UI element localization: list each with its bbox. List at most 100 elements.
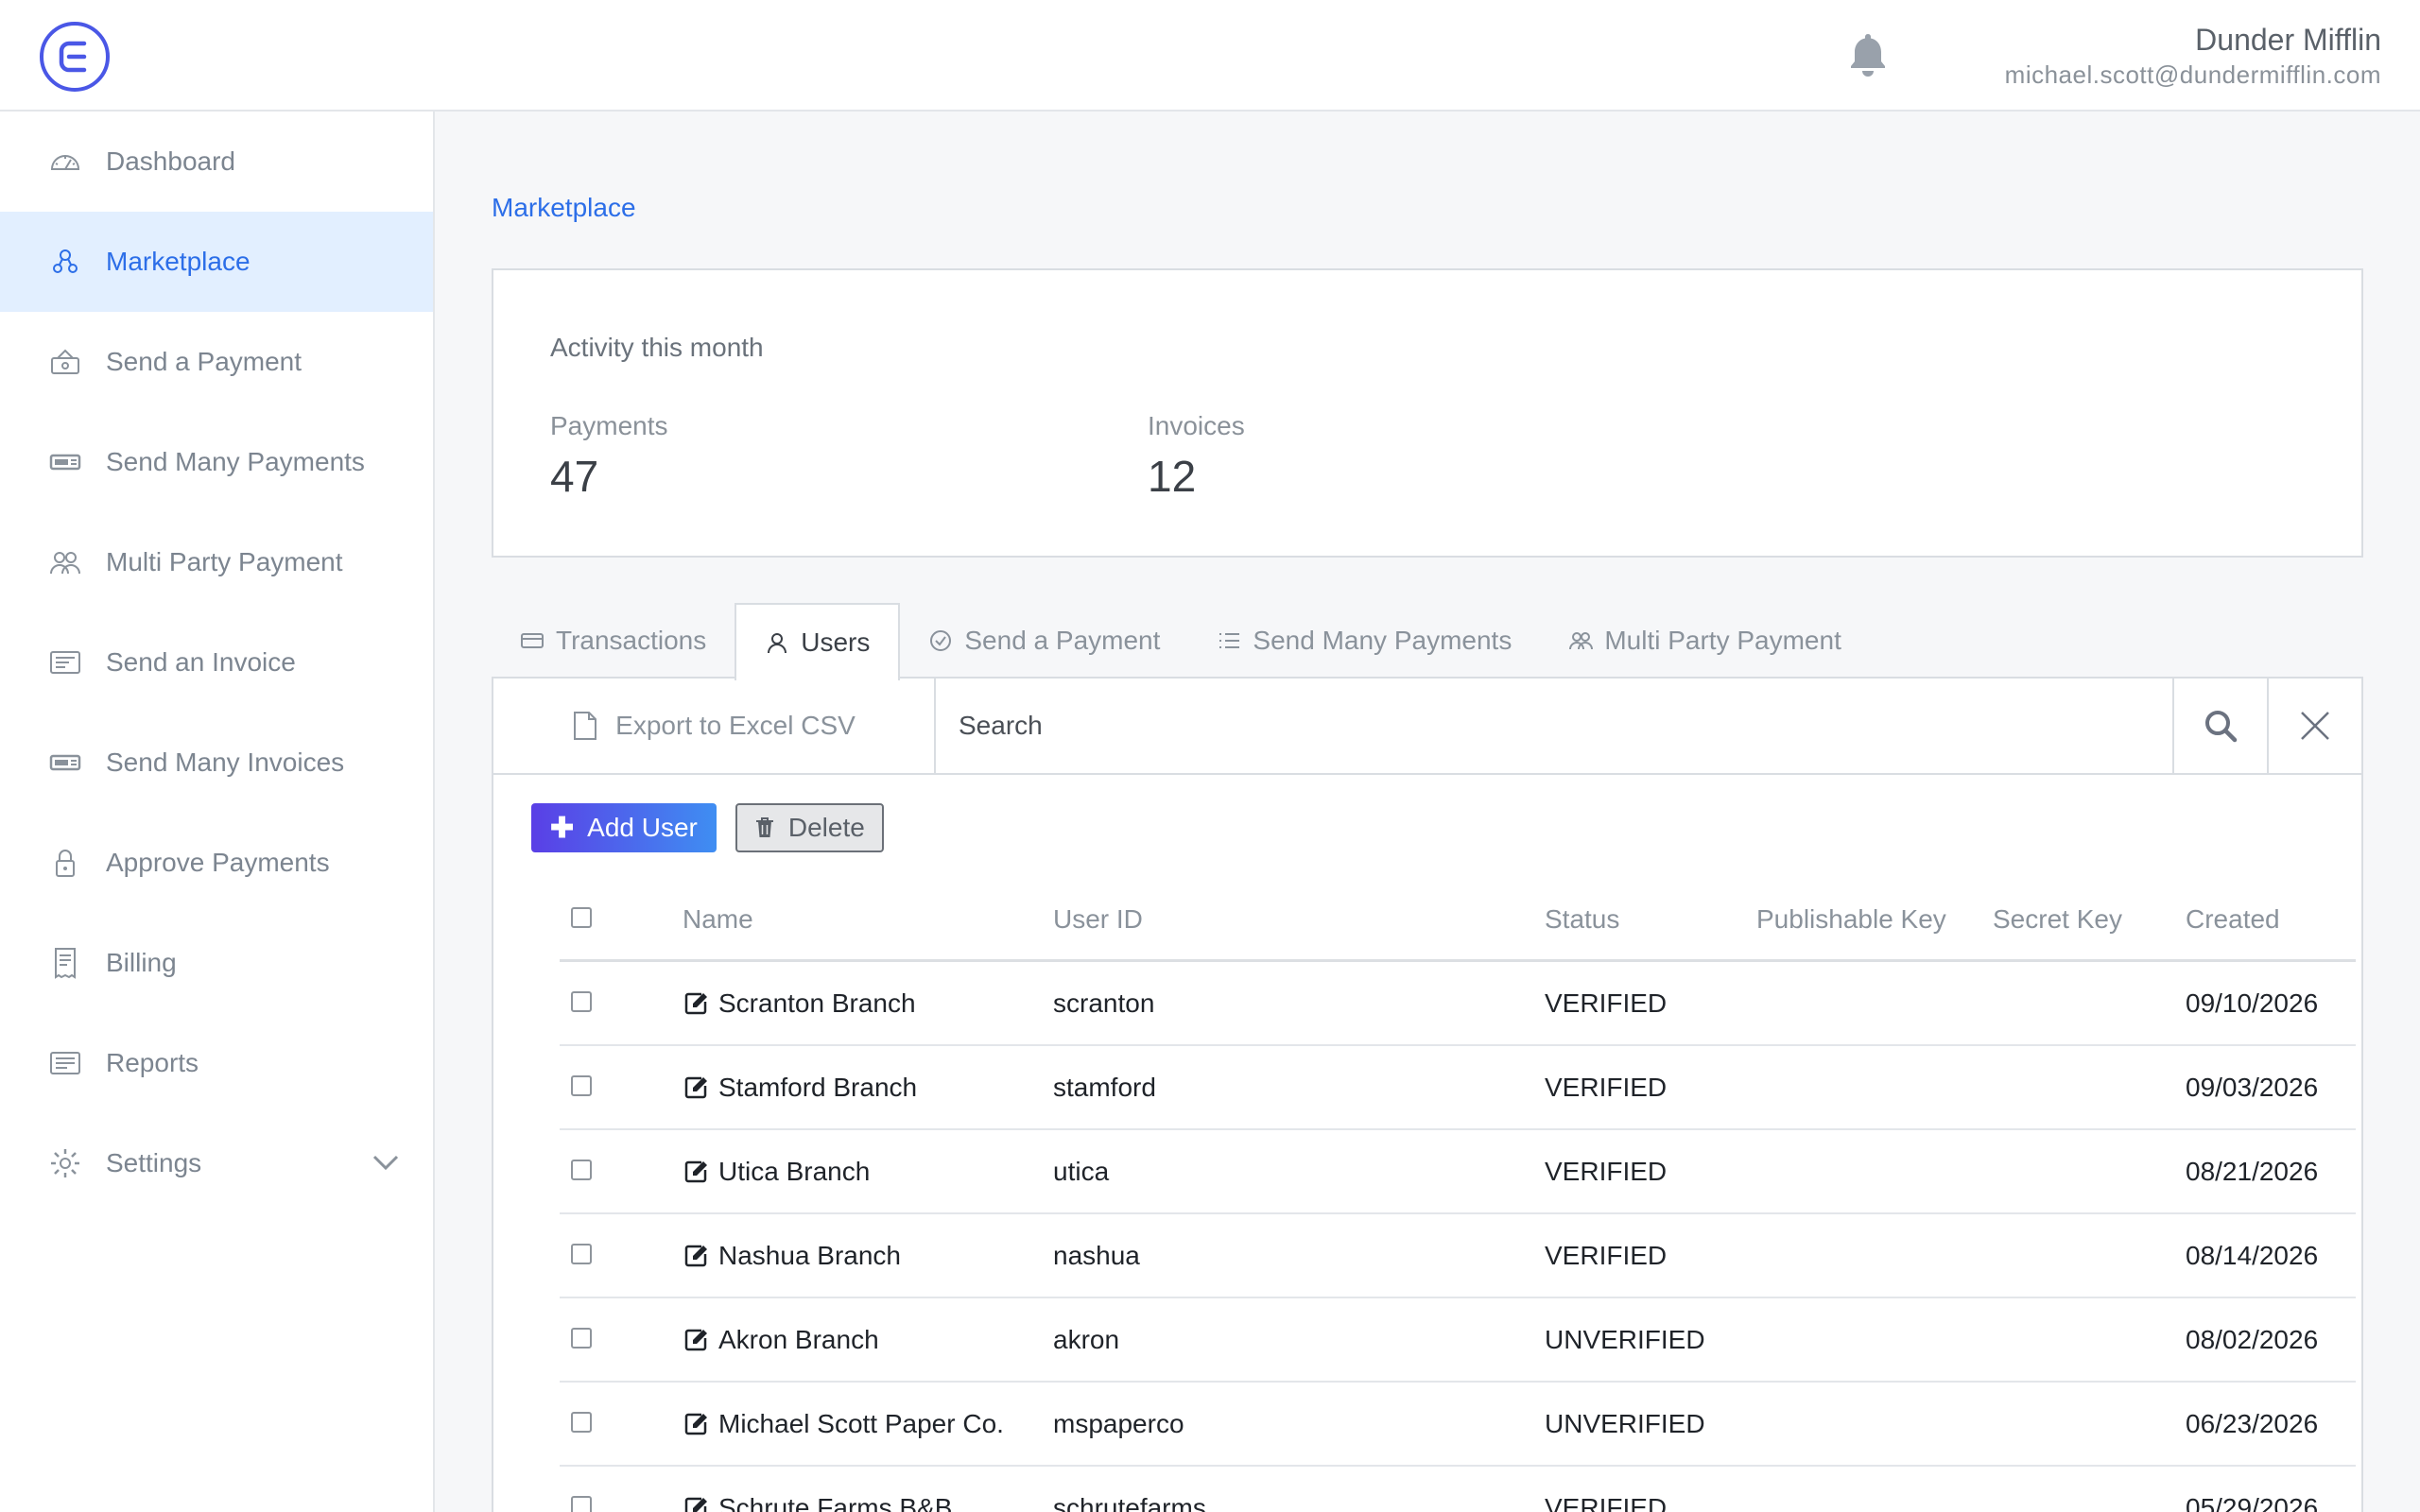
cell-user-id: stamford — [1053, 1072, 1156, 1102]
breadcrumb[interactable]: Marketplace — [492, 193, 636, 223]
sidebar-item-billing[interactable]: Billing — [0, 913, 433, 1013]
add-user-label: Add User — [587, 813, 698, 842]
row-checkbox[interactable] — [571, 1159, 592, 1180]
edit-icon[interactable] — [683, 1495, 709, 1512]
row-checkbox[interactable] — [571, 1074, 592, 1096]
row-checkbox[interactable] — [571, 1411, 592, 1433]
cell-user-id: scranton — [1053, 988, 1155, 1018]
notification-bell-icon[interactable] — [1845, 30, 1891, 79]
column-header-status[interactable]: Status — [1545, 904, 1756, 935]
cell-status: VERIFIED — [1545, 1072, 1668, 1102]
user-name[interactable]: Schrute Farms B&B — [718, 1493, 952, 1512]
column-header-user-id[interactable]: User ID — [1053, 904, 1545, 935]
tab-transactions[interactable]: Transactions — [492, 603, 735, 679]
select-all-checkbox[interactable] — [571, 906, 592, 928]
sidebar-item-multi-party-payment[interactable]: Multi Party Payment — [0, 512, 433, 612]
cell-created: 06/23/2026 — [2186, 1408, 2319, 1438]
edit-icon[interactable] — [683, 990, 709, 1017]
table-row[interactable]: Utica Branch utica VERIFIED 08/21/2026 — [560, 1130, 2356, 1214]
sidebar-item-settings[interactable]: Settings — [0, 1113, 433, 1213]
sidebar: Dashboard Marketplace Send a Payment Sen… — [0, 112, 435, 1512]
table-row[interactable]: Akron Branch akron UNVERIFIED 08/02/2026 — [560, 1298, 2356, 1383]
user-name[interactable]: Stamford Branch — [718, 1073, 917, 1103]
sidebar-item-label: Billing — [106, 948, 177, 977]
search-button[interactable] — [2172, 679, 2267, 773]
sidebar-item-send-many-invoices[interactable]: Send Many Invoices — [0, 713, 433, 813]
chevron-down-icon[interactable] — [369, 1145, 403, 1179]
edit-icon[interactable] — [683, 1074, 709, 1101]
tab-users[interactable]: Users — [735, 603, 901, 680]
cell-name: Schrute Farms B&B — [683, 1493, 1053, 1512]
payments-value: 47 — [550, 452, 599, 501]
invoices-label: Invoices — [1148, 411, 1245, 440]
cell-status: UNVERIFIED — [1545, 1324, 1705, 1354]
sidebar-item-marketplace[interactable]: Marketplace — [0, 212, 433, 312]
sidebar-item-send-invoice[interactable]: Send an Invoice — [0, 612, 433, 713]
table-row[interactable]: Schrute Farms B&B schrutefarms VERIFIED 05/… — [560, 1467, 2356, 1512]
edit-icon[interactable] — [683, 1159, 709, 1185]
edit-icon[interactable] — [683, 1243, 709, 1269]
check-circle-icon — [930, 630, 952, 651]
app-logo[interactable] — [40, 22, 110, 92]
table-row[interactable]: Nashua Branch nashua VERIFIED 08/14/2026 — [560, 1214, 2356, 1298]
column-header-secret-key[interactable]: Secret Key — [1993, 904, 2186, 935]
payments-stat: Payments 47 — [550, 410, 668, 501]
row-checkbox[interactable] — [571, 1243, 592, 1264]
tab-send-many-payments[interactable]: Send Many Payments — [1188, 603, 1540, 679]
sidebar-item-label: Reports — [106, 1048, 199, 1077]
sidebar-item-label: Send Many Invoices — [106, 747, 345, 777]
activity-card: Activity this month Payments 47 Invoices… — [492, 268, 2363, 558]
user-name[interactable]: Utica Branch — [718, 1157, 870, 1187]
activity-title: Activity this month — [550, 333, 764, 362]
tab-label: Users — [801, 627, 871, 657]
export-csv-button[interactable]: Export to Excel CSV — [493, 679, 936, 773]
user-name[interactable]: Scranton Branch — [718, 988, 916, 1019]
row-checkbox[interactable] — [571, 1327, 592, 1349]
user-name[interactable]: Nashua Branch — [718, 1241, 901, 1271]
sidebar-item-send-payment[interactable]: Send a Payment — [0, 312, 433, 412]
clear-search-button[interactable] — [2267, 679, 2361, 773]
sidebar-item-dashboard[interactable]: Dashboard — [0, 112, 433, 212]
sidebar-item-reports[interactable]: Reports — [0, 1013, 433, 1113]
payments-label: Payments — [550, 411, 668, 440]
column-header-publishable-key[interactable]: Publishable Key — [1756, 904, 1993, 935]
sidebar-item-approve-payments[interactable]: Approve Payments — [0, 813, 433, 913]
sidebar-item-label: Send Many Payments — [106, 447, 365, 476]
table-row[interactable]: Michael Scott Paper Co. mspaperco UNVERIFI… — [560, 1383, 2356, 1467]
sidebar-item-label: Marketplace — [106, 247, 251, 276]
cell-user-id: nashua — [1053, 1240, 1140, 1270]
search-input[interactable] — [936, 679, 2172, 773]
row-checkbox-cell — [560, 1493, 683, 1512]
tab-label: Send a Payment — [964, 626, 1161, 655]
table-row[interactable]: Scranton Branch scranton VERIFIED 09/10/202… — [560, 962, 2356, 1046]
column-header-name[interactable]: Name — [683, 904, 1053, 935]
cell-name: Stamford Branch — [683, 1073, 1053, 1103]
add-user-button[interactable]: ✚ Add User — [531, 803, 717, 852]
edit-icon[interactable] — [683, 1327, 709, 1353]
tab-send-payment[interactable]: Send a Payment — [900, 603, 1188, 679]
row-checkbox[interactable] — [571, 990, 592, 1012]
file-icon — [574, 712, 597, 740]
sidebar-item-send-many-payments[interactable]: Send Many Payments — [0, 412, 433, 512]
sidebar-item-label: Approve Payments — [106, 848, 330, 877]
delete-button[interactable]: Delete — [735, 803, 884, 852]
tab-multi-party-payment[interactable]: Multi Party Payment — [1540, 603, 1870, 679]
multi-party-icon — [47, 544, 83, 580]
logo-e-icon — [59, 41, 87, 73]
many-invoices-icon — [47, 745, 83, 781]
cell-name: Scranton Branch — [683, 988, 1053, 1019]
cell-status: VERIFIED — [1545, 988, 1668, 1018]
edit-icon[interactable] — [683, 1411, 709, 1437]
column-header-created[interactable]: Created — [2186, 904, 2356, 935]
row-checkbox[interactable] — [571, 1495, 592, 1512]
table-actions: ✚ Add User Delete — [531, 803, 884, 852]
table-row[interactable]: Stamford Branch stamford VERIFIED 09/03/202… — [560, 1046, 2356, 1130]
send-payment-icon — [47, 344, 83, 380]
account-info[interactable]: Dunder Mifflin michael.scott@dundermiffl… — [2005, 21, 2381, 91]
user-name[interactable]: Akron Branch — [718, 1325, 879, 1355]
sidebar-item-label: Dashboard — [106, 146, 235, 176]
cell-created: 08/14/2026 — [2186, 1240, 2319, 1270]
invoices-value: 12 — [1148, 452, 1197, 501]
sidebar-item-label: Send a Payment — [106, 347, 302, 376]
user-name[interactable]: Michael Scott Paper Co. — [718, 1409, 1004, 1439]
